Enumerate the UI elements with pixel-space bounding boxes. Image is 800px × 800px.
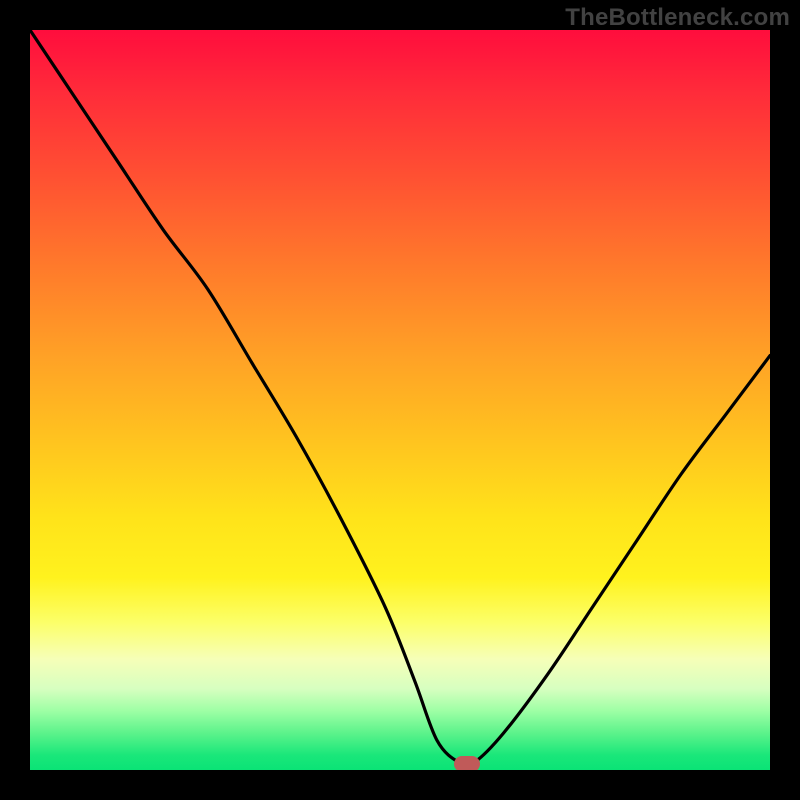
bottleneck-curve	[30, 30, 770, 770]
curve-path	[30, 30, 770, 766]
bottleneck-marker	[454, 756, 480, 770]
chart-frame: TheBottleneck.com	[0, 0, 800, 800]
plot-area	[30, 30, 770, 770]
watermark-text: TheBottleneck.com	[565, 4, 790, 32]
